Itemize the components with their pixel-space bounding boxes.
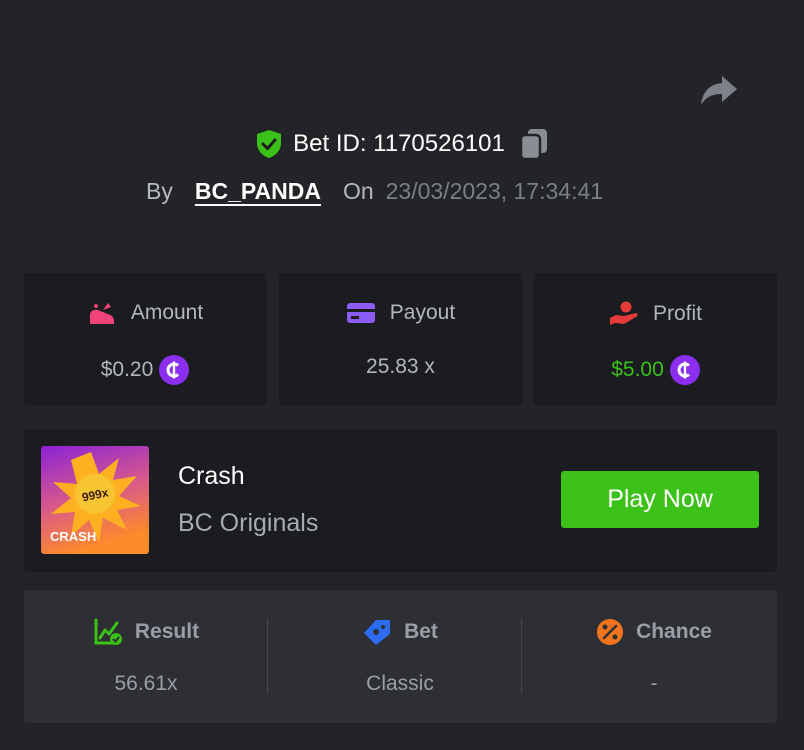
result-value: 56.61x <box>114 672 178 695</box>
play-now-button[interactable]: Play Now <box>561 471 759 528</box>
payout-value: 25.83 x <box>366 355 435 378</box>
amount-label: Amount <box>130 301 204 324</box>
result-label: Result <box>134 620 200 643</box>
bet-datetime: 23/03/2023, 17:34:41 <box>385 177 604 204</box>
divider <box>267 618 268 694</box>
bet-details-page: Bet ID: 1170526101 By BC_PANDA On 23/03/… <box>0 0 804 750</box>
divider <box>521 618 522 694</box>
money-bag-icon <box>89 303 114 324</box>
bet-meta-row: By BC_PANDA On 23/03/2023, 17:34:41 <box>146 174 603 208</box>
chance-value: - <box>650 672 658 695</box>
by-label: By <box>146 177 173 204</box>
coin-icon <box>159 355 190 385</box>
username-link[interactable]: BC_PANDA <box>195 178 321 205</box>
result-column: Result 56.61x <box>24 590 268 723</box>
payout-label: Payout <box>389 301 456 324</box>
amount-card: Amount $0.20 <box>24 273 266 405</box>
payout-card: Payout 25.83 x <box>279 273 522 405</box>
profit-label: Profit <box>652 302 702 325</box>
game-card: 999x CRASH Crash BC Originals Play Now <box>24 429 777 572</box>
on-label: On <box>342 177 374 204</box>
chance-label: Chance <box>636 620 712 643</box>
coin-icon <box>669 355 700 385</box>
percent-icon <box>597 619 624 645</box>
bet-id-row: Bet ID: 1170526101 <box>0 126 804 162</box>
amount-value: $0.20 <box>100 358 154 381</box>
copy-icon[interactable] <box>519 127 549 161</box>
game-provider: BC Originals <box>178 509 319 537</box>
profit-card: Profit $5.00 <box>534 273 777 405</box>
result-details-card: Result 56.61x Bet Classic Chance - <box>24 590 777 723</box>
bet-column: Bet Classic <box>278 590 522 723</box>
ticket-icon <box>364 620 391 645</box>
chart-check-icon <box>94 618 122 645</box>
card-icon <box>346 303 375 323</box>
share-icon[interactable] <box>700 72 738 108</box>
crash-game-thumbnail[interactable]: 999x CRASH <box>41 446 149 554</box>
hand-coin-icon <box>609 301 638 325</box>
svg-text:CRASH: CRASH <box>50 529 96 544</box>
bet-value: Classic <box>366 672 434 695</box>
game-title: Crash <box>178 462 245 490</box>
chance-column: Chance - <box>532 590 776 723</box>
bet-label: Bet <box>404 620 438 643</box>
bet-id-text: Bet ID: 1170526101 <box>293 130 505 157</box>
profit-value: $5.00 <box>611 358 664 381</box>
verified-shield-icon <box>257 130 282 158</box>
